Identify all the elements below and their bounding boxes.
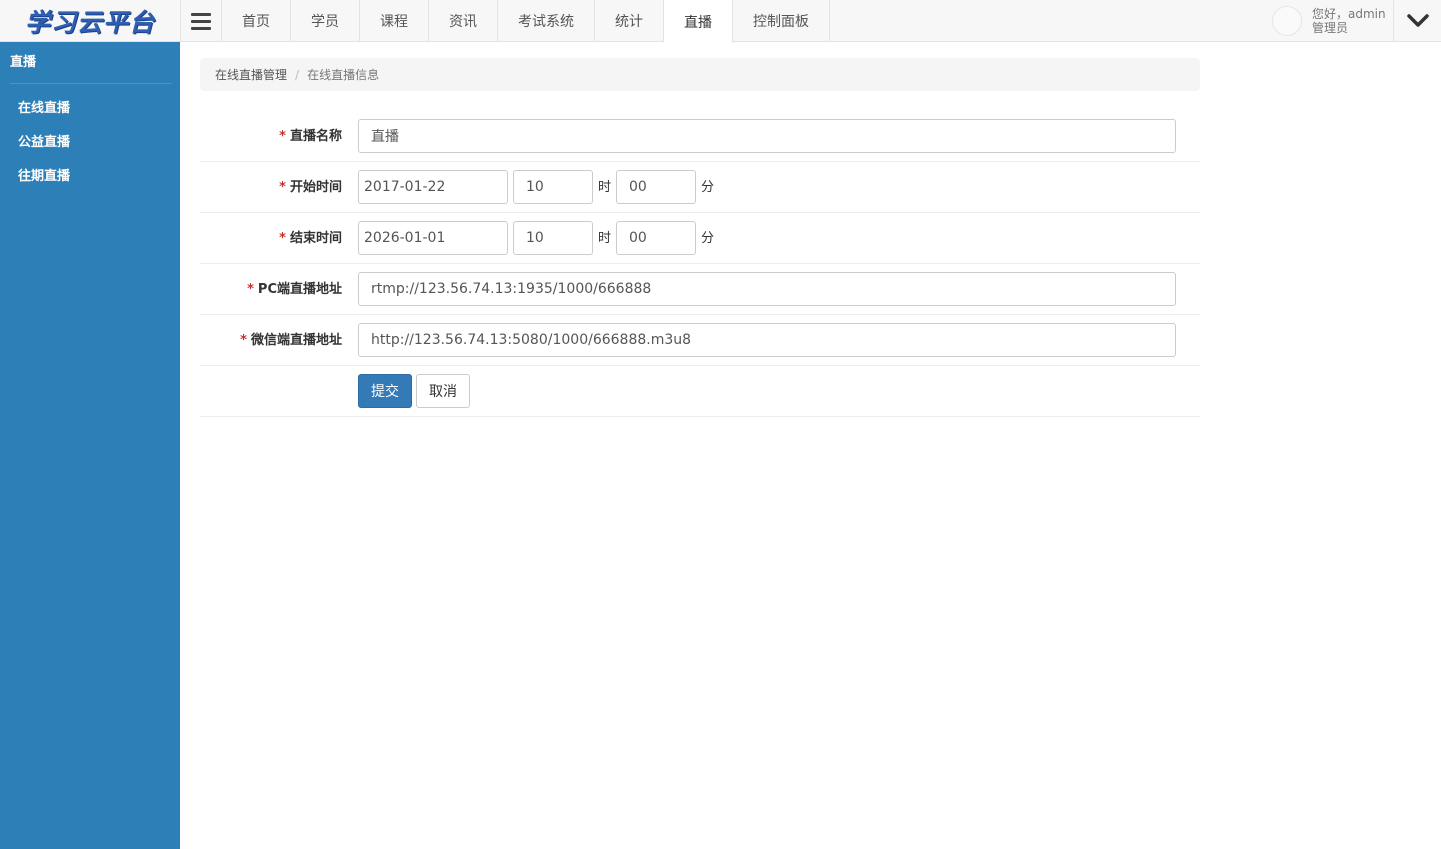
required-mark: * <box>279 129 286 144</box>
sidebar-item-past-live[interactable]: 往期直播 <box>0 160 180 194</box>
form-row-name: * 直播名称 <box>200 111 1200 162</box>
minute-unit: 分 <box>701 231 715 246</box>
user-info[interactable]: 您好，admin 管理员 <box>1272 0 1386 42</box>
breadcrumb-separator: / <box>295 67 300 82</box>
main-nav: 首页 学员 课程 资讯 考试系统 统计 直播 控制面板 <box>222 0 830 43</box>
submit-button[interactable]: 提交 <box>358 374 412 408</box>
end-date-input[interactable] <box>358 221 508 255</box>
nav-item-home[interactable]: 首页 <box>222 0 291 42</box>
breadcrumb-parent[interactable]: 在线直播管理 <box>215 66 287 83</box>
field-label: * 开始时间 <box>279 180 342 195</box>
nav-item-live[interactable]: 直播 <box>664 0 733 43</box>
pc-url-input[interactable] <box>358 272 1176 306</box>
nav-item-control-panel[interactable]: 控制面板 <box>733 0 830 42</box>
sidebar-menu: 在线直播 公益直播 往期直播 <box>0 84 180 194</box>
form-row-end-time: *结束时间 时 分 <box>200 213 1200 264</box>
form-row-pc-url: * PC端直播地址 <box>200 264 1200 315</box>
field-label: * 直播名称 <box>279 129 342 144</box>
user-role: 管理员 <box>1312 21 1349 35</box>
sidebar-item-charity-live[interactable]: 公益直播 <box>0 126 180 160</box>
sidebar-title: 直播 <box>10 42 172 84</box>
minute-unit: 分 <box>701 180 715 195</box>
required-mark: * <box>279 231 286 246</box>
cancel-button[interactable]: 取消 <box>416 374 470 408</box>
end-hour-input[interactable] <box>513 221 593 255</box>
required-mark: * <box>240 333 247 348</box>
end-minute-input[interactable] <box>616 221 696 255</box>
sidebar: 直播 在线直播 公益直播 往期直播 <box>0 42 180 849</box>
nav-item-statistics[interactable]: 统计 <box>595 0 664 42</box>
logo[interactable]: 学习云平台 <box>0 0 180 42</box>
breadcrumb-current: 在线直播信息 <box>307 68 380 82</box>
form-row-wechat-url: * 微信端直播地址 <box>200 315 1200 366</box>
hour-unit: 时 <box>598 180 612 195</box>
field-label: * 结束时间 <box>279 231 342 246</box>
hour-unit: 时 <box>598 231 612 246</box>
start-hour-input[interactable] <box>513 170 593 204</box>
hamburger-icon[interactable] <box>180 0 222 42</box>
required-mark: * <box>279 180 286 195</box>
nav-item-students[interactable]: 学员 <box>291 0 360 42</box>
chevron-down-icon[interactable] <box>1394 0 1441 42</box>
start-minute-input[interactable] <box>616 170 696 204</box>
avatar[interactable] <box>1272 6 1302 36</box>
live-info-form: *直播名称 *开始时间 时 分 *结束时间 时 分 *PC端直播地址 *微信端直… <box>200 111 1200 417</box>
form-row-actions: 提交 取消 <box>200 366 1200 417</box>
top-bar: 学习云平台 首页 学员 课程 资讯 考试系统 统计 直播 控制面板 您好，adm… <box>0 0 1441 43</box>
nav-item-news[interactable]: 资讯 <box>429 0 498 42</box>
sidebar-item-online-live[interactable]: 在线直播 <box>0 92 180 126</box>
field-label: * PC端直播地址 <box>247 282 342 297</box>
nav-item-exam-system[interactable]: 考试系统 <box>498 0 595 42</box>
nav-item-courses[interactable]: 课程 <box>360 0 429 42</box>
field-label: * 微信端直播地址 <box>240 333 342 348</box>
logo-text: 学习云平台 <box>24 8 155 37</box>
user-greeting: 您好，admin <box>1312 7 1386 21</box>
live-name-input[interactable] <box>358 119 1176 153</box>
breadcrumb: 在线直播管理 / 在线直播信息 <box>200 58 1200 91</box>
wechat-url-input[interactable] <box>358 323 1176 357</box>
start-date-input[interactable] <box>358 170 508 204</box>
required-mark: * <box>247 282 254 297</box>
form-row-start-time: *开始时间 时 分 <box>200 162 1200 213</box>
